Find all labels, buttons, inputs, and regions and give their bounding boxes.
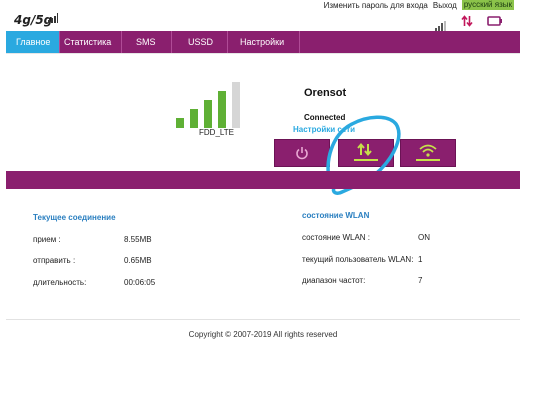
- tab-ussd[interactable]: USSD: [172, 31, 228, 53]
- language-selector[interactable]: русский язык: [461, 0, 514, 10]
- brand-logo: 4g/5g: [14, 13, 53, 27]
- received-value: 8.55MB: [124, 235, 152, 244]
- main-nav: Главное Статистика SMS USSD Настройки: [6, 31, 520, 53]
- logout-link[interactable]: Выход: [433, 1, 457, 10]
- wlan-status-title: состояние WLAN: [302, 211, 370, 220]
- duration-value: 00:06:05: [124, 278, 156, 287]
- tab-sms[interactable]: SMS: [122, 31, 172, 53]
- wlan-users-label: текущий пользователь WLAN:: [302, 255, 414, 264]
- sent-label: отправить :: [33, 256, 76, 265]
- network-type-label: FDD_LTE: [199, 128, 234, 137]
- received-label: прием :: [33, 235, 61, 244]
- wlan-state-label: состояние WLAN :: [302, 233, 371, 242]
- wifi-button[interactable]: [400, 139, 456, 167]
- sent-value: 0.65MB: [124, 256, 152, 265]
- wlan-state-value: ON: [418, 233, 430, 242]
- current-connection-title: Текущее соединение: [33, 213, 116, 222]
- data-transfer-icon: [461, 14, 473, 32]
- operator-name: Orensot: [304, 87, 347, 99]
- sim-card-icon: [487, 14, 503, 32]
- frequency-range-label: диапазон частот:: [302, 276, 366, 285]
- status-band: [6, 171, 520, 189]
- status-icons: [435, 14, 503, 32]
- copyright: Copyright © 2007-2019 All rights reserve…: [188, 330, 338, 339]
- tab-statistics[interactable]: Статистика: [60, 31, 122, 53]
- divider: [6, 53, 520, 54]
- duration-label: длительность:: [33, 278, 87, 287]
- logo-signal-icon: [48, 13, 58, 23]
- wlan-users-value: 1: [418, 255, 423, 264]
- top-links: Изменить пароль для входа Выход русский …: [319, 0, 514, 10]
- frequency-range-value: 7: [418, 276, 423, 285]
- footer-divider: [6, 319, 520, 320]
- tab-settings[interactable]: Настройки: [228, 31, 300, 53]
- wifi-icon: [416, 144, 440, 161]
- power-icon: [296, 147, 308, 160]
- tab-home[interactable]: Главное: [6, 31, 60, 53]
- change-password-link[interactable]: Изменить пароль для входа: [324, 1, 428, 10]
- signal-strength-icon: [176, 82, 240, 128]
